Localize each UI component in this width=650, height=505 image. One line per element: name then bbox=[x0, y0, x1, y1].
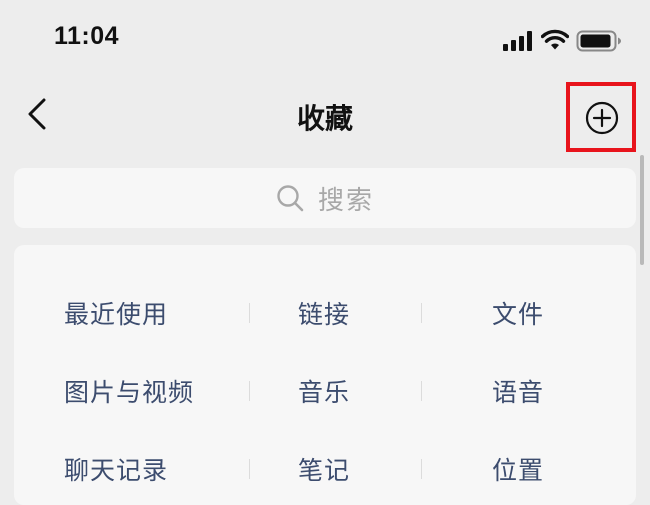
page-title: 收藏 bbox=[296, 102, 353, 135]
battery-icon bbox=[576, 30, 621, 52]
category-grid: 最近使用 链接 文件 图片与视频 音乐 语音 聊天记录 笔记 位置 bbox=[14, 245, 636, 505]
category-music[interactable]: 音乐 bbox=[298, 373, 350, 409]
signal-icon bbox=[503, 31, 532, 51]
status-bar: 11:04 bbox=[0, 0, 650, 82]
divider bbox=[249, 459, 250, 479]
category-files[interactable]: 文件 bbox=[492, 295, 544, 331]
search-icon bbox=[277, 185, 304, 212]
category-recent[interactable]: 最近使用 bbox=[64, 295, 168, 331]
wifi-icon bbox=[541, 29, 569, 50]
category-images-videos[interactable]: 图片与视频 bbox=[64, 373, 194, 409]
divider bbox=[249, 381, 250, 401]
search-input[interactable]: 搜索 bbox=[14, 168, 636, 228]
plus-circle-icon bbox=[585, 101, 619, 135]
category-links[interactable]: 链接 bbox=[298, 295, 350, 331]
category-chat-history[interactable]: 聊天记录 bbox=[64, 451, 168, 487]
divider bbox=[249, 303, 250, 323]
scrollbar[interactable] bbox=[640, 155, 644, 265]
add-favorite-button[interactable] bbox=[566, 82, 636, 152]
divider bbox=[421, 459, 422, 479]
category-notes[interactable]: 笔记 bbox=[298, 451, 350, 487]
search-bar[interactable]: 搜索 bbox=[14, 168, 636, 228]
category-location[interactable]: 位置 bbox=[492, 451, 544, 487]
search-placeholder: 搜索 bbox=[317, 185, 374, 216]
nav-bar: 收藏 bbox=[0, 82, 650, 152]
divider bbox=[421, 381, 422, 401]
category-voice[interactable]: 语音 bbox=[492, 373, 544, 409]
divider bbox=[421, 303, 422, 323]
status-time: 11:04 bbox=[54, 22, 120, 50]
